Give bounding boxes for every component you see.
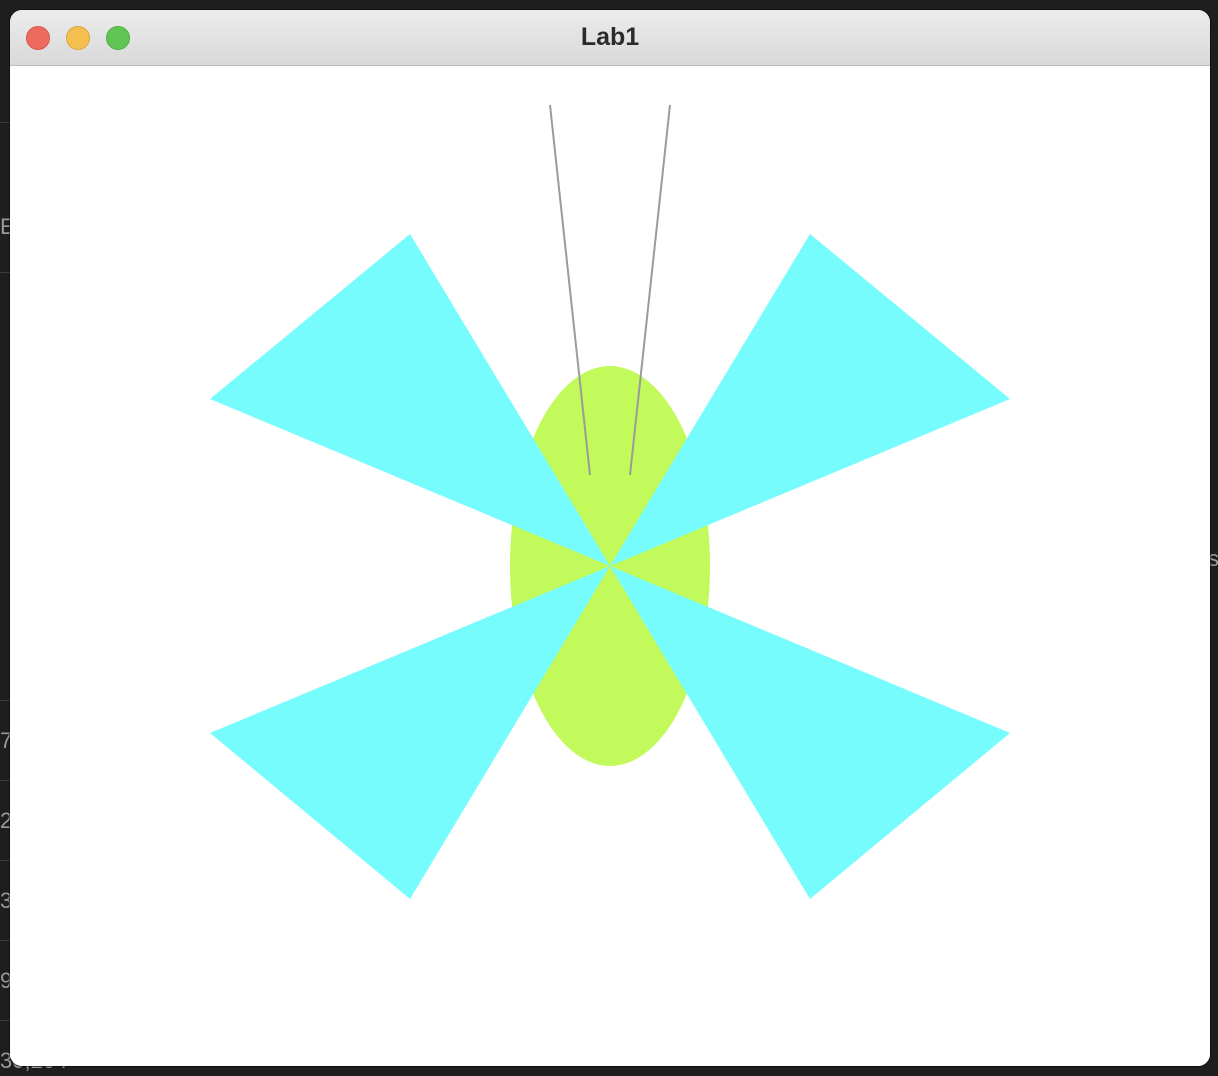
background-divider [0, 860, 10, 861]
lower-left-wing [210, 566, 610, 899]
upper-left-wing [210, 234, 610, 566]
drawing-svg [210, 104, 1010, 899]
background-divider [0, 1020, 10, 1021]
window-title: Lab1 [580, 23, 640, 51]
title-bar[interactable]: Lab1 [10, 10, 1210, 66]
background-divider [0, 940, 10, 941]
upper-right-wing [610, 234, 1010, 566]
background-divider [0, 122, 10, 123]
app-window: Lab1 [10, 10, 1210, 1066]
background-divider [0, 700, 10, 701]
drawing-canvas [10, 66, 1210, 1066]
background-divider [0, 780, 10, 781]
background-divider [0, 272, 10, 273]
lower-right-wing [610, 566, 1010, 899]
